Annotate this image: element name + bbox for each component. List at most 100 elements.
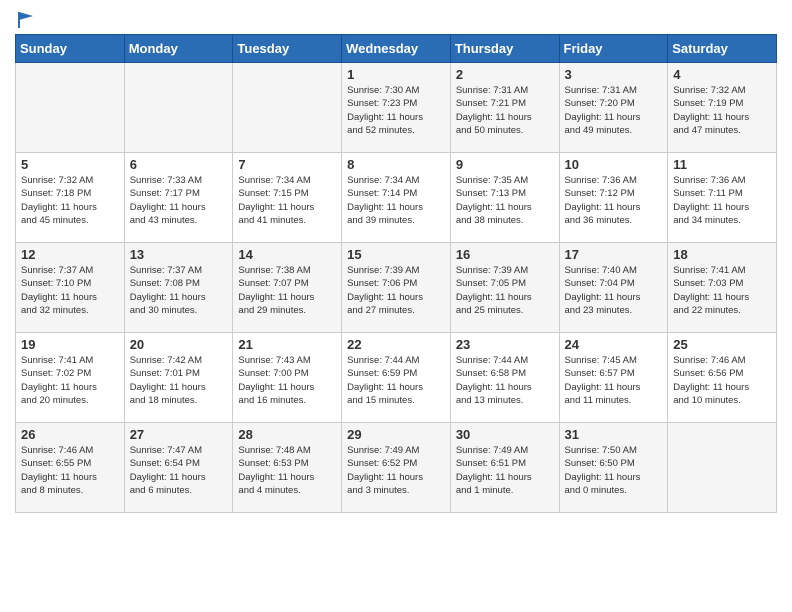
day-info: Sunrise: 7:36 AM Sunset: 7:12 PM Dayligh…	[565, 174, 663, 227]
calendar-week-row: 26Sunrise: 7:46 AM Sunset: 6:55 PM Dayli…	[16, 423, 777, 513]
day-number: 9	[456, 157, 554, 172]
day-number: 28	[238, 427, 336, 442]
page-container: SundayMondayTuesdayWednesdayThursdayFrid…	[0, 0, 792, 528]
calendar-cell: 31 Sunrise: 7:50 AM Sunset: 6:50 PM Dayli…	[559, 423, 668, 513]
day-info: Sunrise: 7:37 AM Sunset: 7:10 PM Dayligh…	[21, 264, 119, 317]
day-number: 10	[565, 157, 663, 172]
day-info: Sunrise: 7:39 AM Sunset: 7:05 PM Dayligh…	[456, 264, 554, 317]
calendar-cell: 26Sunrise: 7:46 AM Sunset: 6:55 PM Dayli…	[16, 423, 125, 513]
day-number: 13	[130, 247, 228, 262]
day-number: 11	[673, 157, 771, 172]
day-info: Sunrise: 7:50 AM Sunset: 6:50 PM Dayligh…	[565, 444, 663, 497]
day-number: 8	[347, 157, 445, 172]
calendar-cell: 15Sunrise: 7:39 AM Sunset: 7:06 PM Dayli…	[342, 243, 451, 333]
day-info: Sunrise: 7:36 AM Sunset: 7:11 PM Dayligh…	[673, 174, 771, 227]
day-info: Sunrise: 7:32 AM Sunset: 7:19 PM Dayligh…	[673, 84, 771, 137]
day-header-wednesday: Wednesday	[342, 35, 451, 63]
day-info: Sunrise: 7:33 AM Sunset: 7:17 PM Dayligh…	[130, 174, 228, 227]
day-info: Sunrise: 7:31 AM Sunset: 7:21 PM Dayligh…	[456, 84, 554, 137]
day-number: 7	[238, 157, 336, 172]
day-header-tuesday: Tuesday	[233, 35, 342, 63]
calendar-cell	[124, 63, 233, 153]
calendar-cell: 20Sunrise: 7:42 AM Sunset: 7:01 PM Dayli…	[124, 333, 233, 423]
header	[15, 10, 777, 26]
logo-flag-icon	[17, 10, 35, 30]
day-info: Sunrise: 7:40 AM Sunset: 7:04 PM Dayligh…	[565, 264, 663, 317]
day-header-monday: Monday	[124, 35, 233, 63]
day-info: Sunrise: 7:38 AM Sunset: 7:07 PM Dayligh…	[238, 264, 336, 317]
day-number: 22	[347, 337, 445, 352]
calendar-cell: 5Sunrise: 7:32 AM Sunset: 7:18 PM Daylig…	[16, 153, 125, 243]
calendar-table: SundayMondayTuesdayWednesdayThursdayFrid…	[15, 34, 777, 513]
day-number: 2	[456, 67, 554, 82]
day-number: 21	[238, 337, 336, 352]
calendar-cell: 28Sunrise: 7:48 AM Sunset: 6:53 PM Dayli…	[233, 423, 342, 513]
calendar-cell: 6 Sunrise: 7:33 AM Sunset: 7:17 PM Daylig…	[124, 153, 233, 243]
day-info: Sunrise: 7:44 AM Sunset: 6:58 PM Dayligh…	[456, 354, 554, 407]
day-number: 27	[130, 427, 228, 442]
day-info: Sunrise: 7:35 AM Sunset: 7:13 PM Dayligh…	[456, 174, 554, 227]
day-number: 16	[456, 247, 554, 262]
calendar-cell: 8Sunrise: 7:34 AM Sunset: 7:14 PM Daylig…	[342, 153, 451, 243]
day-number: 23	[456, 337, 554, 352]
day-number: 12	[21, 247, 119, 262]
calendar-cell: 17Sunrise: 7:40 AM Sunset: 7:04 PM Dayli…	[559, 243, 668, 333]
calendar-cell: 7 Sunrise: 7:34 AM Sunset: 7:15 PM Daylig…	[233, 153, 342, 243]
day-number: 25	[673, 337, 771, 352]
calendar-cell: 27 Sunrise: 7:47 AM Sunset: 6:54 PM Dayli…	[124, 423, 233, 513]
calendar-cell	[16, 63, 125, 153]
day-number: 19	[21, 337, 119, 352]
calendar-cell	[668, 423, 777, 513]
calendar-cell: 1 Sunrise: 7:30 AM Sunset: 7:23 PM Daylig…	[342, 63, 451, 153]
day-number: 6	[130, 157, 228, 172]
calendar-cell: 14 Sunrise: 7:38 AM Sunset: 7:07 PM Dayli…	[233, 243, 342, 333]
day-info: Sunrise: 7:49 AM Sunset: 6:52 PM Dayligh…	[347, 444, 445, 497]
calendar-cell: 25 Sunrise: 7:46 AM Sunset: 6:56 PM Dayli…	[668, 333, 777, 423]
calendar-week-row: 12 Sunrise: 7:37 AM Sunset: 7:10 PM Dayli…	[16, 243, 777, 333]
day-info: Sunrise: 7:30 AM Sunset: 7:23 PM Dayligh…	[347, 84, 445, 137]
day-number: 5	[21, 157, 119, 172]
calendar-cell: 23 Sunrise: 7:44 AM Sunset: 6:58 PM Dayli…	[450, 333, 559, 423]
calendar-cell: 18 Sunrise: 7:41 AM Sunset: 7:03 PM Dayli…	[668, 243, 777, 333]
day-info: Sunrise: 7:46 AM Sunset: 6:55 PM Dayligh…	[21, 444, 119, 497]
day-number: 29	[347, 427, 445, 442]
day-info: Sunrise: 7:49 AM Sunset: 6:51 PM Dayligh…	[456, 444, 554, 497]
calendar-cell: 2 Sunrise: 7:31 AM Sunset: 7:21 PM Daylig…	[450, 63, 559, 153]
calendar-week-row: 1 Sunrise: 7:30 AM Sunset: 7:23 PM Daylig…	[16, 63, 777, 153]
day-number: 14	[238, 247, 336, 262]
calendar-cell: 9 Sunrise: 7:35 AM Sunset: 7:13 PM Daylig…	[450, 153, 559, 243]
day-info: Sunrise: 7:46 AM Sunset: 6:56 PM Dayligh…	[673, 354, 771, 407]
day-info: Sunrise: 7:41 AM Sunset: 7:03 PM Dayligh…	[673, 264, 771, 317]
calendar-cell: 24 Sunrise: 7:45 AM Sunset: 6:57 PM Dayli…	[559, 333, 668, 423]
calendar-cell: 29 Sunrise: 7:49 AM Sunset: 6:52 PM Dayli…	[342, 423, 451, 513]
calendar-cell: 30 Sunrise: 7:49 AM Sunset: 6:51 PM Dayli…	[450, 423, 559, 513]
day-info: Sunrise: 7:31 AM Sunset: 7:20 PM Dayligh…	[565, 84, 663, 137]
calendar-cell: 11 Sunrise: 7:36 AM Sunset: 7:11 PM Dayli…	[668, 153, 777, 243]
calendar-cell: 19 Sunrise: 7:41 AM Sunset: 7:02 PM Dayli…	[16, 333, 125, 423]
day-info: Sunrise: 7:47 AM Sunset: 6:54 PM Dayligh…	[130, 444, 228, 497]
calendar-header-row: SundayMondayTuesdayWednesdayThursdayFrid…	[16, 35, 777, 63]
calendar-cell: 10 Sunrise: 7:36 AM Sunset: 7:12 PM Dayli…	[559, 153, 668, 243]
day-info: Sunrise: 7:43 AM Sunset: 7:00 PM Dayligh…	[238, 354, 336, 407]
day-number: 30	[456, 427, 554, 442]
logo	[15, 10, 35, 26]
day-info: Sunrise: 7:39 AM Sunset: 7:06 PM Dayligh…	[347, 264, 445, 317]
day-info: Sunrise: 7:42 AM Sunset: 7:01 PM Dayligh…	[130, 354, 228, 407]
calendar-week-row: 19 Sunrise: 7:41 AM Sunset: 7:02 PM Dayli…	[16, 333, 777, 423]
day-number: 4	[673, 67, 771, 82]
calendar-cell: 12 Sunrise: 7:37 AM Sunset: 7:10 PM Dayli…	[16, 243, 125, 333]
day-header-thursday: Thursday	[450, 35, 559, 63]
day-info: Sunrise: 7:45 AM Sunset: 6:57 PM Dayligh…	[565, 354, 663, 407]
day-number: 31	[565, 427, 663, 442]
calendar-cell: 4 Sunrise: 7:32 AM Sunset: 7:19 PM Daylig…	[668, 63, 777, 153]
calendar-cell	[233, 63, 342, 153]
day-info: Sunrise: 7:41 AM Sunset: 7:02 PM Dayligh…	[21, 354, 119, 407]
day-header-friday: Friday	[559, 35, 668, 63]
day-number: 1	[347, 67, 445, 82]
day-number: 18	[673, 247, 771, 262]
day-info: Sunrise: 7:34 AM Sunset: 7:15 PM Dayligh…	[238, 174, 336, 227]
calendar-cell: 3Sunrise: 7:31 AM Sunset: 7:20 PM Daylig…	[559, 63, 668, 153]
calendar-week-row: 5Sunrise: 7:32 AM Sunset: 7:18 PM Daylig…	[16, 153, 777, 243]
day-info: Sunrise: 7:37 AM Sunset: 7:08 PM Dayligh…	[130, 264, 228, 317]
day-number: 24	[565, 337, 663, 352]
